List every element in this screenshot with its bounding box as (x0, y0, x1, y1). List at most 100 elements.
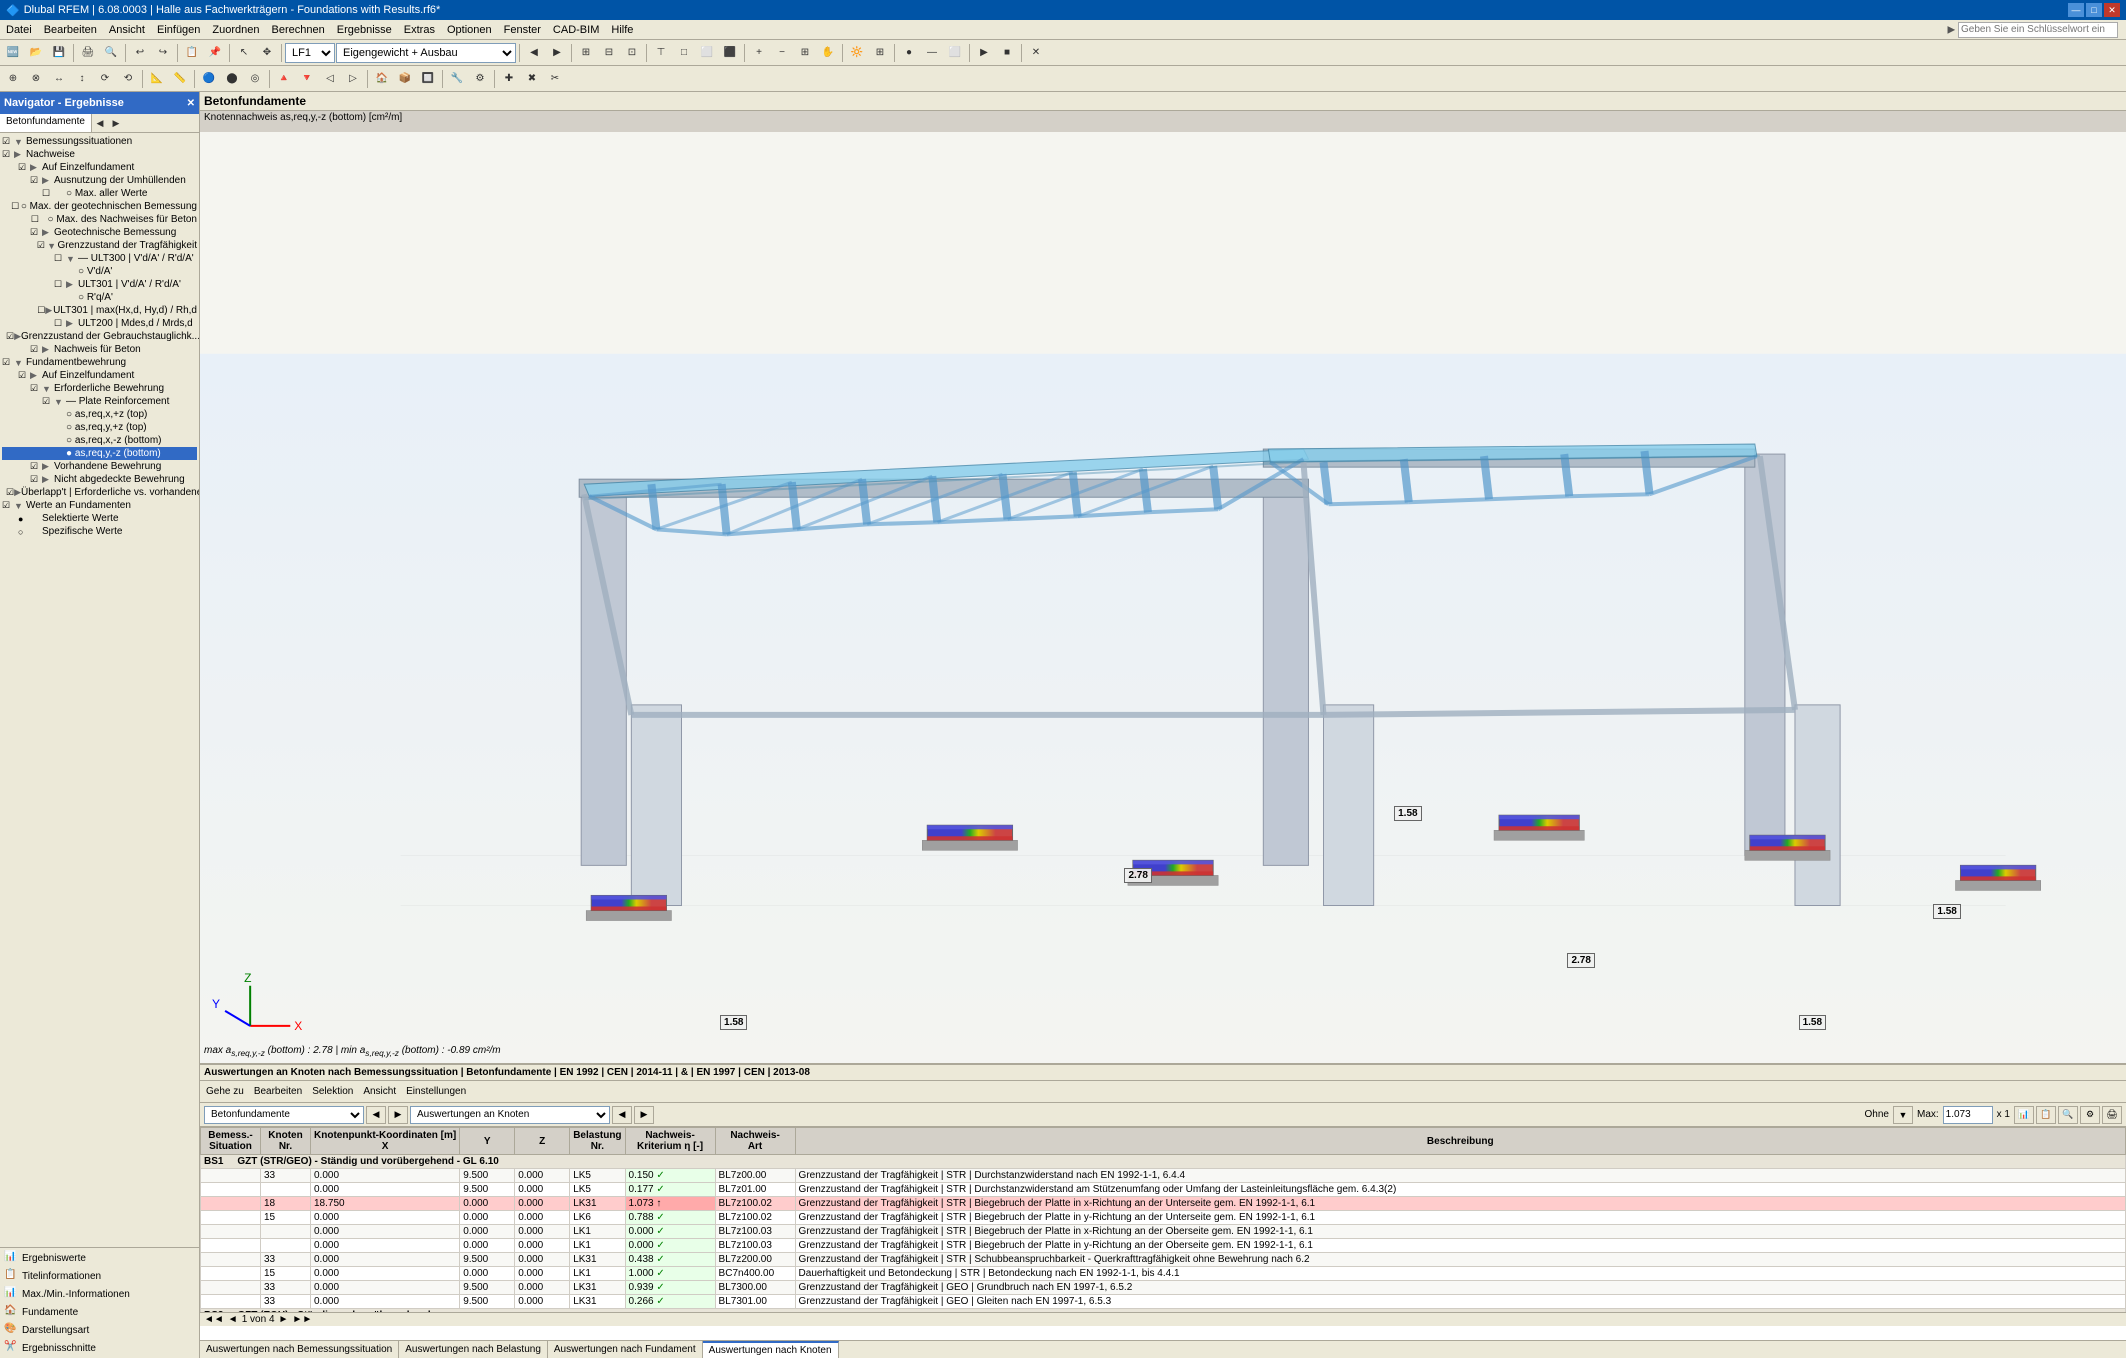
tab-knoten[interactable]: Auswertungen nach Knoten (703, 1341, 839, 1358)
nav-ergebniswerte[interactable]: 📊 Ergebniswerte (2, 1250, 197, 1266)
table-row[interactable]: 0.000 9.500 0.000 LK5 0.177 ✓ BL7z01.00 … (201, 1183, 2126, 1197)
paste-btn[interactable]: 📌 (204, 42, 226, 64)
tree-as-top-y[interactable]: ○ as,req,y,+z (top) (2, 421, 197, 434)
minimize-button[interactable]: — (2068, 3, 2084, 17)
bp-menu-selektion[interactable]: Selektion (308, 1085, 357, 1098)
table-row[interactable]: 33 0.000 9.500 0.000 LK31 0.939 ✓ BL7300… (201, 1281, 2126, 1295)
table-group-bs1[interactable]: BS1 GZT (STR/GEO) - Ständig und vorüberg… (201, 1155, 2126, 1169)
tree-ult300[interactable]: ☐ ▼ — ULT300 | V'd/A' / R'd/A' (2, 252, 197, 265)
wire-btn[interactable]: ⊞ (869, 42, 891, 64)
bp-menu-einstellungen[interactable]: Einstellungen (402, 1085, 470, 1098)
tb2-5[interactable]: ⟳ (94, 68, 116, 90)
tree-as-bot-y[interactable]: ● as,req,y,-z (bottom) (2, 447, 197, 460)
tb2-21[interactable]: ✚ (498, 68, 520, 90)
nav-darstellung[interactable]: 🎨 Darstellungsart (2, 1322, 197, 1338)
tree-geotechnik[interactable]: ☑ ▶ Geotechnische Bemessung (2, 226, 197, 239)
node-btn[interactable]: ● (898, 42, 920, 64)
select-btn[interactable]: ↖ (233, 42, 255, 64)
zoom-out[interactable]: − (771, 42, 793, 64)
tree-max-werte[interactable]: ☐ ○ Max. aller Werte (2, 187, 197, 200)
tree-ult200[interactable]: ☐ ▶ ULT200 | Mdes,d / Mrds,d (2, 317, 197, 330)
undo-btn[interactable]: ↩ (129, 42, 151, 64)
tree-ult301b[interactable]: ☐ ▶ ULT301 | max(Hx,d, Hy,d) / Rh,d (2, 304, 197, 317)
tb2-10[interactable]: ⬤ (221, 68, 243, 90)
nav-titelinformationen[interactable]: 📋 Titelinformationen (2, 1268, 197, 1284)
tree-umhuellenden[interactable]: ☑ ▶ Ausnutzung der Umhüllenden (2, 174, 197, 187)
bp-icon-1[interactable]: 📊 (2014, 1106, 2034, 1124)
tb2-16[interactable]: 🏠 (371, 68, 393, 90)
tree-rqa[interactable]: ○ R'q/A' (2, 291, 197, 304)
loadtype-combo[interactable]: Eigengewicht + Ausbau (336, 43, 516, 63)
tb2-6[interactable]: ⟲ (117, 68, 139, 90)
pager-next[interactable]: ► (279, 1314, 289, 1325)
tb2-11[interactable]: ◎ (244, 68, 266, 90)
bp-menu-bearbeiten[interactable]: Bearbeiten (250, 1085, 306, 1098)
tb2-9[interactable]: 🔵 (198, 68, 220, 90)
tree-fundamentbewehrung[interactable]: ☑ ▼ Fundamentbewehrung (2, 356, 197, 369)
tree-ueberlapp[interactable]: ☑ ▶ Überlapp't | Erforderliche vs. vorha… (2, 486, 197, 499)
select-all[interactable]: ⊞ (575, 42, 597, 64)
tree-as-bot-x[interactable]: ○ as,req,x,-z (bottom) (2, 434, 197, 447)
tb2-18[interactable]: 🔲 (417, 68, 439, 90)
tb2-3[interactable]: ↔ (48, 68, 70, 90)
select-type[interactable]: ⊡ (621, 42, 643, 64)
bp-dropdown-view[interactable]: Auswertungen an Knoten (410, 1106, 610, 1124)
tree-max-beton[interactable]: ☐ ○ Max. des Nachweises für Beton (2, 213, 197, 226)
tree-nichtabg[interactable]: ☑ ▶ Nicht abgedeckte Bewehrung (2, 473, 197, 486)
bp-filter-btn[interactable]: ▼ (1893, 1106, 1913, 1124)
tab-bemessungssituation[interactable]: Auswertungen nach Bemessungssituation (200, 1341, 399, 1358)
nav-close-btn[interactable]: ✕ (187, 98, 195, 109)
menu-optionen[interactable]: Optionen (441, 22, 498, 38)
zoom-in[interactable]: + (748, 42, 770, 64)
table-row[interactable]: 0.000 0.000 0.000 LK1 0.000 ✓ BL7z100.03… (201, 1239, 2126, 1253)
calc-btn[interactable]: ▶ (973, 42, 995, 64)
3d-canvas[interactable]: X Z Y 1.58 2.78 1.58 2.78 (200, 132, 2126, 1358)
line-btn[interactable]: — (921, 42, 943, 64)
table-row[interactable]: 33 0.000 9.500 0.000 LK31 0.438 ✓ BL7z20… (201, 1253, 2126, 1267)
view-side[interactable]: ⬜ (696, 42, 718, 64)
pan[interactable]: ✋ (817, 42, 839, 64)
table-row[interactable]: 15 0.000 0.000 0.000 LK6 0.788 ✓ BL7z100… (201, 1211, 2126, 1225)
menu-ergebnisse[interactable]: Ergebnisse (331, 22, 398, 38)
tb2-8[interactable]: 📏 (169, 68, 191, 90)
tb2-22[interactable]: ✖ (521, 68, 543, 90)
save-btn[interactable]: 💾 (48, 42, 70, 64)
menu-berechnen[interactable]: Berechnen (266, 22, 331, 38)
tree-grenz-gebrau[interactable]: ☑ ▶ Grenzzustand der Gebrauchstauglichk.… (2, 330, 197, 343)
bp-icon-2[interactable]: 📋 (2036, 1106, 2056, 1124)
nav-back[interactable]: ◀ (92, 114, 108, 132)
tree-grenz-trag[interactable]: ☑ ▼ Grenzzustand der Tragfähigkeit (2, 239, 197, 252)
bp-nav-prev[interactable]: ◀ (366, 1106, 386, 1124)
tree-nachweise[interactable]: ☑ ▶ Nachweise (2, 148, 197, 161)
redo-btn[interactable]: ↪ (152, 42, 174, 64)
menu-cad-bim[interactable]: CAD-BIM (547, 22, 605, 38)
bp-menu-ansicht[interactable]: Ansicht (359, 1085, 400, 1098)
tb2-23[interactable]: ✂ (544, 68, 566, 90)
tb2-1[interactable]: ⊕ (2, 68, 24, 90)
tree-ult301[interactable]: ☐ ▶ ULT301 | V'd/A' / R'd/A' (2, 278, 197, 291)
bp-max-input[interactable] (1943, 1106, 1993, 1124)
copy-btn[interactable]: 📋 (181, 42, 203, 64)
tab-belastung[interactable]: Auswertungen nach Belastung (399, 1341, 548, 1358)
bp-nav-prev2[interactable]: ◀ (612, 1106, 632, 1124)
menu-extras[interactable]: Extras (398, 22, 441, 38)
bp-menu-gehzu[interactable]: Gehe zu (202, 1085, 248, 1098)
print-btn[interactable]: 🖨 (77, 42, 99, 64)
menu-zuordnen[interactable]: Zuordnen (206, 22, 265, 38)
open-btn[interactable]: 📂 (25, 42, 47, 64)
tb2-7[interactable]: 📐 (146, 68, 168, 90)
loadcase-combo[interactable]: LF1 (285, 43, 335, 63)
menu-fenster[interactable]: Fenster (498, 22, 547, 38)
close-button[interactable]: ✕ (2104, 3, 2120, 17)
tb2-2[interactable]: ⊗ (25, 68, 47, 90)
prev-lc[interactable]: ◀ (523, 42, 545, 64)
bp-nav-next[interactable]: ▶ (388, 1106, 408, 1124)
tree-fund-einzel[interactable]: ☑ ▶ Auf Einzelfundament (2, 369, 197, 382)
tb2-19[interactable]: 🔧 (446, 68, 468, 90)
tb2-17[interactable]: 📦 (394, 68, 416, 90)
tree-spez-werte[interactable]: ○ Spezifische Werte (2, 525, 197, 538)
nav-ergebnisschnitte[interactable]: ✂️ Ergebnisschnitte (2, 1340, 197, 1356)
bp-icon-5[interactable]: 🖨 (2102, 1106, 2122, 1124)
tb2-12[interactable]: 🔺 (273, 68, 295, 90)
menu-einfuegen[interactable]: Einfügen (151, 22, 206, 38)
